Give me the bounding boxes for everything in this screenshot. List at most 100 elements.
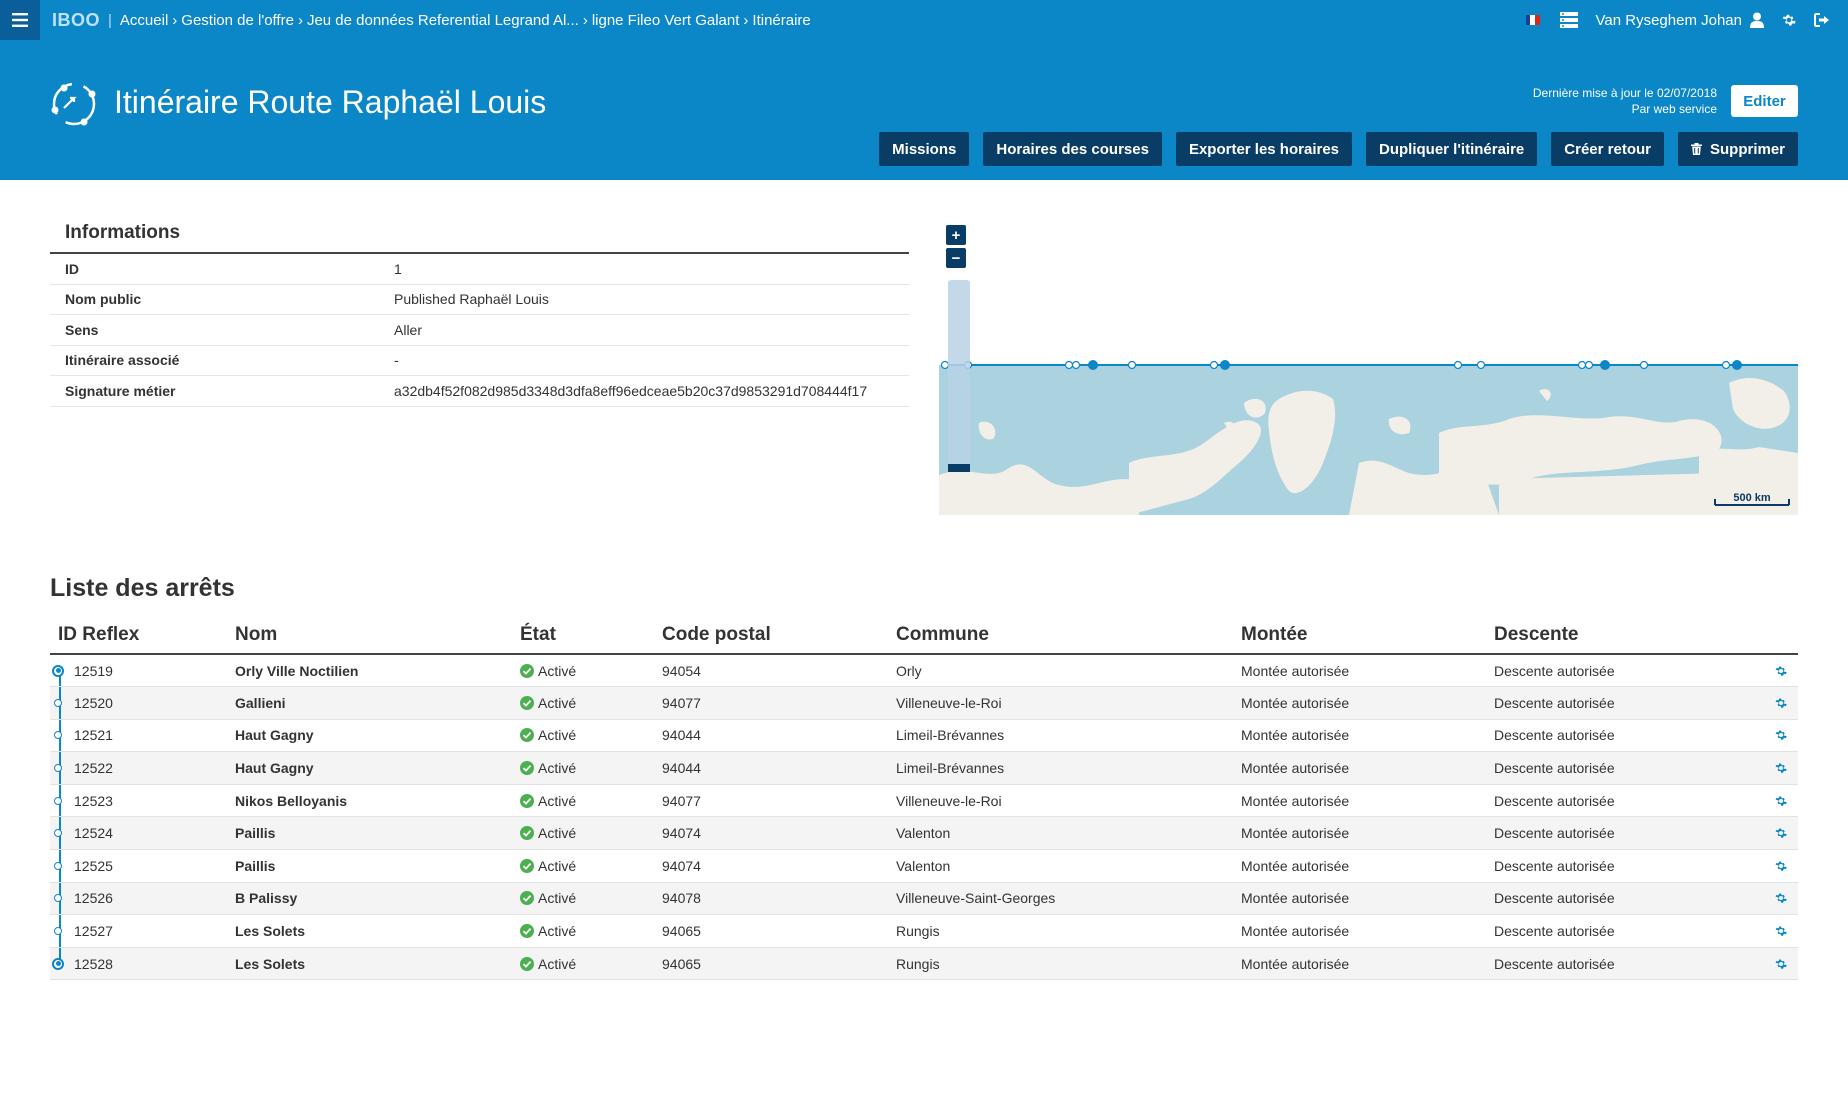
stops-table: ID Reflex Nom État Code postal Commune M… <box>50 616 1798 981</box>
info-label: Sens <box>65 321 99 338</box>
stop-boarding: Montée autorisée <box>1241 727 1350 744</box>
stop-marker-icon <box>52 664 64 677</box>
stop-settings-button[interactable] <box>1764 697 1798 709</box>
column-header-postal-code[interactable]: Code postal <box>662 616 896 655</box>
table-row[interactable]: 12528 Les Solets Activé 94065 Rungis Montée a… <box>50 947 1798 981</box>
stop-commune: Orly <box>896 662 922 679</box>
user-name[interactable]: Van Ryseghem Johan <box>1596 12 1742 29</box>
stop-postal-code: 94054 <box>662 662 701 679</box>
stop-state-label: Activé <box>538 825 577 842</box>
map-canvas[interactable]: 500 km <box>939 223 1798 515</box>
check-circle-icon <box>520 826 534 841</box>
export-schedules-button[interactable]: Exporter les horaires <box>1175 132 1353 166</box>
stop-settings-button[interactable] <box>1764 795 1798 807</box>
stop-settings-button[interactable] <box>1764 729 1798 741</box>
stop-state-label: Activé <box>538 857 577 874</box>
brand-logo[interactable]: IBOO <box>52 10 100 31</box>
breadcrumb-dataset[interactable]: Jeu de données Referential Legrand Al... <box>307 12 579 29</box>
stop-marker-icon <box>54 861 62 870</box>
column-header-id[interactable]: ID Reflex <box>50 616 235 655</box>
trip-schedules-button[interactable]: Horaires des courses <box>983 132 1162 166</box>
stop-boarding: Montée autorisée <box>1241 923 1350 940</box>
column-header-boarding[interactable]: Montée <box>1241 616 1494 655</box>
check-circle-icon <box>520 793 534 808</box>
stop-commune: Villeneuve-le-Roi <box>896 694 1002 711</box>
breadcrumb-home[interactable]: Accueil <box>120 12 168 29</box>
table-row[interactable]: 12525 Paillis Activé 94074 Valenton Montée au… <box>50 849 1798 883</box>
settings-gear-icon[interactable] <box>1782 13 1796 27</box>
stop-postal-code: 94077 <box>662 694 701 711</box>
stop-postal-code: 94077 <box>662 792 701 809</box>
table-row[interactable]: 12527 Les Solets Activé 94065 Rungis Montée a… <box>50 914 1798 948</box>
french-flag-icon[interactable] <box>1525 15 1540 25</box>
workspaces-icon[interactable] <box>1559 12 1578 28</box>
delete-button[interactable]: Supprimer <box>1677 132 1798 166</box>
breadcrumb-line[interactable]: ligne Fileo Vert Galant <box>592 12 740 29</box>
stop-state: Activé <box>520 923 662 939</box>
stop-id: 12528 <box>74 955 113 972</box>
create-return-button[interactable]: Créer retour <box>1551 132 1664 166</box>
stop-settings-button[interactable] <box>1764 762 1798 774</box>
stop-id: 12519 <box>74 662 113 679</box>
zoom-slider-handle[interactable] <box>948 464 970 472</box>
zoom-in-button[interactable]: + <box>946 225 966 245</box>
table-row[interactable]: 12519 Orly Ville Noctilien Activé 94054 Orly… <box>50 654 1798 688</box>
table-row[interactable]: 12526 B Palissy Activé 94078 Villeneuve-Sain… <box>50 882 1798 916</box>
table-row[interactable]: 12522 Haut Gagny Activé 94044 Limeil-Brévann… <box>50 751 1798 785</box>
check-circle-icon <box>520 663 534 678</box>
stop-settings-button[interactable] <box>1764 827 1798 839</box>
info-value: a32db4f52f082d985d3348d3dfa8eff96edceae5… <box>394 382 868 399</box>
hamburger-icon <box>12 13 28 27</box>
informations-panel: Informations ID 1 Nom public Published R… <box>50 210 909 407</box>
stop-settings-button[interactable] <box>1764 925 1798 937</box>
stop-name: Paillis <box>235 825 276 842</box>
stop-boarding: Montée autorisée <box>1241 857 1350 874</box>
last-update-info: Dernière mise à jour le 02/07/2018 Par w… <box>1533 85 1717 117</box>
top-navbar: IBOO | Accueil › Gestion de l'offre › Je… <box>0 0 1848 40</box>
table-row[interactable]: 12521 Haut Gagny Activé 94044 Limeil-Brévann… <box>50 719 1798 753</box>
breadcrumb-offer-management[interactable]: Gestion de l'offre <box>181 12 294 29</box>
table-row[interactable]: 12523 Nikos Belloyanis Activé 94077 Villeneu… <box>50 784 1798 818</box>
table-row[interactable]: 12524 Paillis Activé 94074 Valenton Montée au… <box>50 816 1798 851</box>
zoom-out-button[interactable]: − <box>946 248 966 268</box>
column-header-alighting[interactable]: Descente <box>1494 616 1764 655</box>
column-header-name[interactable]: Nom <box>235 616 520 655</box>
info-row-associated-route: Itinéraire associé - <box>50 346 909 376</box>
stop-settings-button[interactable] <box>1764 860 1798 872</box>
stop-alighting: Descente autorisée <box>1494 890 1615 907</box>
stop-name: Haut Gagny <box>235 760 314 777</box>
info-label: Itinéraire associé <box>65 352 180 369</box>
table-row[interactable]: 12520 Gallieni Activé 94077 Villeneuve-le-Ro… <box>50 686 1798 720</box>
stop-boarding: Montée autorisée <box>1241 760 1350 777</box>
stop-alighting: Descente autorisée <box>1494 727 1615 744</box>
user-icon[interactable] <box>1750 12 1764 28</box>
column-header-state[interactable]: État <box>520 616 662 655</box>
action-buttons: Missions Horaires des courses Exporter l… <box>879 132 1798 166</box>
stop-postal-code: 94074 <box>662 825 701 842</box>
missions-button[interactable]: Missions <box>879 132 970 166</box>
edit-button[interactable]: Editer <box>1731 85 1798 117</box>
stop-alighting: Descente autorisée <box>1494 760 1615 777</box>
stop-settings-button[interactable] <box>1764 892 1798 904</box>
hamburger-menu-button[interactable] <box>0 0 40 40</box>
stop-settings-button[interactable] <box>1764 665 1798 677</box>
settings-gear-icon <box>1775 926 1787 936</box>
stop-alighting: Descente autorisée <box>1494 662 1615 679</box>
logout-icon[interactable] <box>1814 13 1830 27</box>
settings-gear-icon <box>1775 796 1787 806</box>
settings-gear-icon <box>1775 763 1787 773</box>
column-header-commune[interactable]: Commune <box>896 616 1241 655</box>
info-row-direction: Sens Aller <box>50 315 909 346</box>
stops-list-title: Liste des arrêts <box>50 574 235 602</box>
trash-icon <box>1690 143 1702 155</box>
stop-postal-code: 94078 <box>662 890 701 907</box>
zoom-slider-track[interactable] <box>948 280 970 470</box>
route-map[interactable]: 500 km + − <box>939 223 1798 515</box>
duplicate-route-button[interactable]: Dupliquer l'itinéraire <box>1366 132 1538 166</box>
stop-postal-code: 94065 <box>662 923 701 940</box>
settings-gear-icon <box>1775 665 1787 676</box>
stop-boarding: Montée autorisée <box>1241 890 1350 907</box>
stop-marker-icon <box>54 927 62 936</box>
stop-state: Activé <box>520 858 662 874</box>
stop-settings-button[interactable] <box>1764 958 1798 970</box>
